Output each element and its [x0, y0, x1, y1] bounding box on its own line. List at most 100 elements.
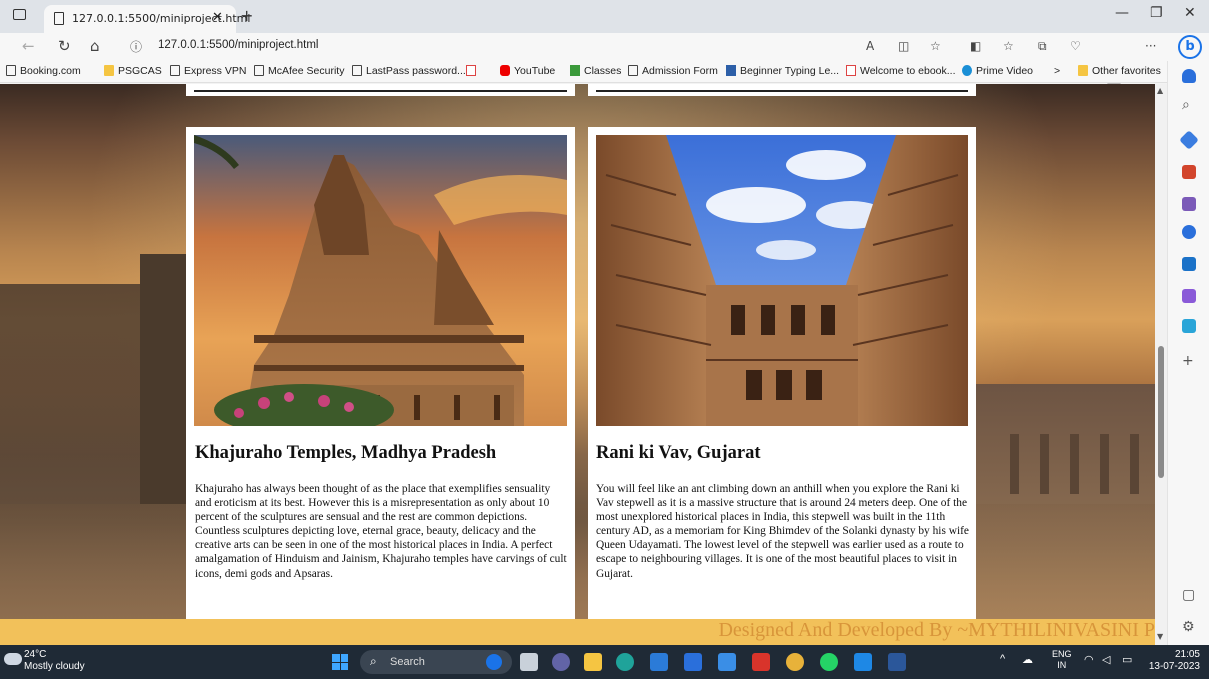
- favorite-item[interactable]: Classes: [570, 65, 621, 77]
- folder-icon: [1078, 65, 1088, 76]
- weather-condition: Mostly cloudy: [24, 661, 85, 672]
- favorite-item[interactable]: Welcome to ebook...: [846, 65, 956, 77]
- vscode-icon[interactable]: [854, 653, 872, 671]
- background-pillar: [1100, 434, 1109, 494]
- wifi-icon[interactable]: ◠: [1084, 653, 1094, 666]
- designer-icon[interactable]: [1182, 289, 1196, 303]
- microsoft-365-icon[interactable]: [1182, 225, 1196, 239]
- site-info-icon[interactable]: ⓘ: [130, 38, 142, 55]
- task-view-icon[interactable]: [520, 653, 538, 671]
- taskbar-search[interactable]: ⌕ Search: [360, 650, 512, 674]
- page-icon: [352, 65, 362, 76]
- back-icon[interactable]: ←: [22, 37, 35, 55]
- file-explorer-icon[interactable]: [584, 653, 602, 671]
- more-options-icon[interactable]: ···: [1145, 39, 1156, 53]
- read-aloud-icon[interactable]: A: [866, 39, 874, 53]
- favorite-item[interactable]: [466, 65, 480, 77]
- card-previous-right: [588, 84, 976, 96]
- page-icon: [54, 12, 64, 25]
- scroll-up-icon[interactable]: ▲: [1157, 86, 1163, 95]
- weather-widget[interactable]: 24°C Mostly cloudy: [24, 649, 85, 673]
- onedrive-icon[interactable]: ☁: [1022, 653, 1033, 666]
- page-icon: [6, 65, 16, 76]
- other-favorites[interactable]: Other favorites: [1078, 65, 1161, 77]
- whatsapp-icon[interactable]: [820, 653, 838, 671]
- language-indicator[interactable]: ENG IN: [1052, 649, 1072, 671]
- browser-essentials-icon[interactable]: ♡: [1070, 39, 1081, 53]
- address-bar[interactable]: ⓘ 127.0.0.1:5500/miniproject.html: [118, 35, 954, 59]
- page-icon: [254, 65, 264, 76]
- immersive-reader-icon[interactable]: ◫: [898, 39, 909, 53]
- background-tower: [140, 254, 190, 504]
- refresh-icon[interactable]: ↻: [58, 37, 71, 55]
- clock[interactable]: 21:05 13-07-2023: [1148, 649, 1200, 673]
- scrollbar-thumb[interactable]: [1158, 346, 1164, 478]
- favorites-icon[interactable]: ☆: [1003, 39, 1014, 53]
- sidebar-settings-icon[interactable]: ⚙: [1182, 619, 1195, 635]
- split-screen-icon[interactable]: ◧: [970, 39, 981, 53]
- folder-icon: [104, 65, 114, 76]
- edge-browser-icon[interactable]: [616, 653, 634, 671]
- youtube-icon: [500, 65, 510, 76]
- security-app-icon[interactable]: [752, 653, 770, 671]
- weather-cloud-icon[interactable]: [4, 653, 22, 665]
- windows-start-icon[interactable]: [332, 654, 348, 670]
- add-sidebar-app-icon[interactable]: +: [1182, 353, 1194, 369]
- tools-briefcase-icon[interactable]: [1182, 165, 1196, 179]
- page-icon: [628, 65, 638, 76]
- microsoft-store-icon[interactable]: [650, 653, 668, 671]
- restore-icon[interactable]: ❐: [1150, 5, 1163, 21]
- home-icon[interactable]: ⌂: [90, 37, 100, 55]
- notification-bell-icon[interactable]: [1182, 69, 1196, 83]
- close-window-icon[interactable]: ✕: [1184, 5, 1196, 21]
- page-content: Khajuraho Temples, Madhya Pradesh Khajur…: [0, 84, 1155, 645]
- favorite-star-icon[interactable]: ☆: [930, 39, 941, 53]
- place-card: Rani ki Vav, Gujarat You will feel like …: [588, 127, 976, 622]
- favorite-item[interactable]: Prime Video: [962, 65, 1033, 77]
- close-tab-icon[interactable]: ✕: [212, 10, 223, 25]
- prime-icon: [962, 65, 972, 76]
- footer-credit: Designed And Developed By ~MYTHILINIVASI…: [718, 619, 1155, 641]
- battery-icon[interactable]: ▭: [1122, 653, 1132, 666]
- tab-actions-icon[interactable]: [13, 9, 26, 20]
- card-description: Khajuraho has always been thought of as …: [195, 483, 567, 580]
- browser-tab[interactable]: 127.0.0.1:5500/miniproject.html ✕: [44, 5, 250, 33]
- minimize-icon[interactable]: —: [1115, 5, 1129, 21]
- paint-app-icon[interactable]: [718, 653, 736, 671]
- collections-icon[interactable]: ⧉: [1038, 39, 1047, 54]
- teams-chat-icon[interactable]: [552, 653, 570, 671]
- favorite-item[interactable]: LastPass password...: [352, 65, 466, 77]
- favorite-item[interactable]: YouTube: [500, 65, 555, 77]
- favorite-item[interactable]: Beginner Typing Le...: [726, 65, 839, 77]
- favorite-item[interactable]: Admission Form: [628, 65, 718, 77]
- background-pillar: [1040, 434, 1049, 494]
- hide-sidebar-icon[interactable]: ▢: [1182, 587, 1195, 603]
- typing-icon: [726, 65, 736, 76]
- show-hidden-icons[interactable]: ^: [1000, 653, 1005, 665]
- new-tab-button[interactable]: +: [240, 6, 253, 25]
- gmail-icon: [846, 65, 856, 76]
- favorite-item[interactable]: McAfee Security: [254, 65, 344, 77]
- card-description: You will feel like an ant climbing down …: [596, 483, 969, 580]
- scroll-down-icon[interactable]: ▼: [1157, 632, 1163, 641]
- url-text[interactable]: 127.0.0.1:5500/miniproject.html: [158, 39, 318, 51]
- volume-icon[interactable]: ◁: [1102, 653, 1110, 666]
- gmail-icon: [466, 65, 476, 76]
- more-favorites-button[interactable]: >: [1054, 65, 1060, 77]
- chrome-icon[interactable]: [786, 653, 804, 671]
- shopping-tag-icon[interactable]: [1179, 130, 1199, 150]
- search-icon[interactable]: ⌕: [1182, 97, 1190, 113]
- favorites-bar: Booking.com PSGCAS Express VPN McAfee Se…: [0, 61, 1209, 83]
- typing-app-icon[interactable]: [684, 653, 702, 671]
- khajuraho-temple-image: [194, 135, 567, 426]
- bing-chat-icon[interactable]: b: [1178, 35, 1202, 59]
- favorite-item[interactable]: PSGCAS: [104, 65, 162, 77]
- drop-icon[interactable]: [1182, 319, 1196, 333]
- vertical-scrollbar[interactable]: ▲ ▼: [1155, 84, 1167, 645]
- games-icon[interactable]: [1182, 197, 1196, 211]
- favorite-item[interactable]: Express VPN: [170, 65, 246, 77]
- background-pillar: [1010, 434, 1019, 494]
- outlook-icon[interactable]: [1182, 257, 1196, 271]
- word-icon[interactable]: [888, 653, 906, 671]
- favorite-item[interactable]: Booking.com: [6, 65, 81, 77]
